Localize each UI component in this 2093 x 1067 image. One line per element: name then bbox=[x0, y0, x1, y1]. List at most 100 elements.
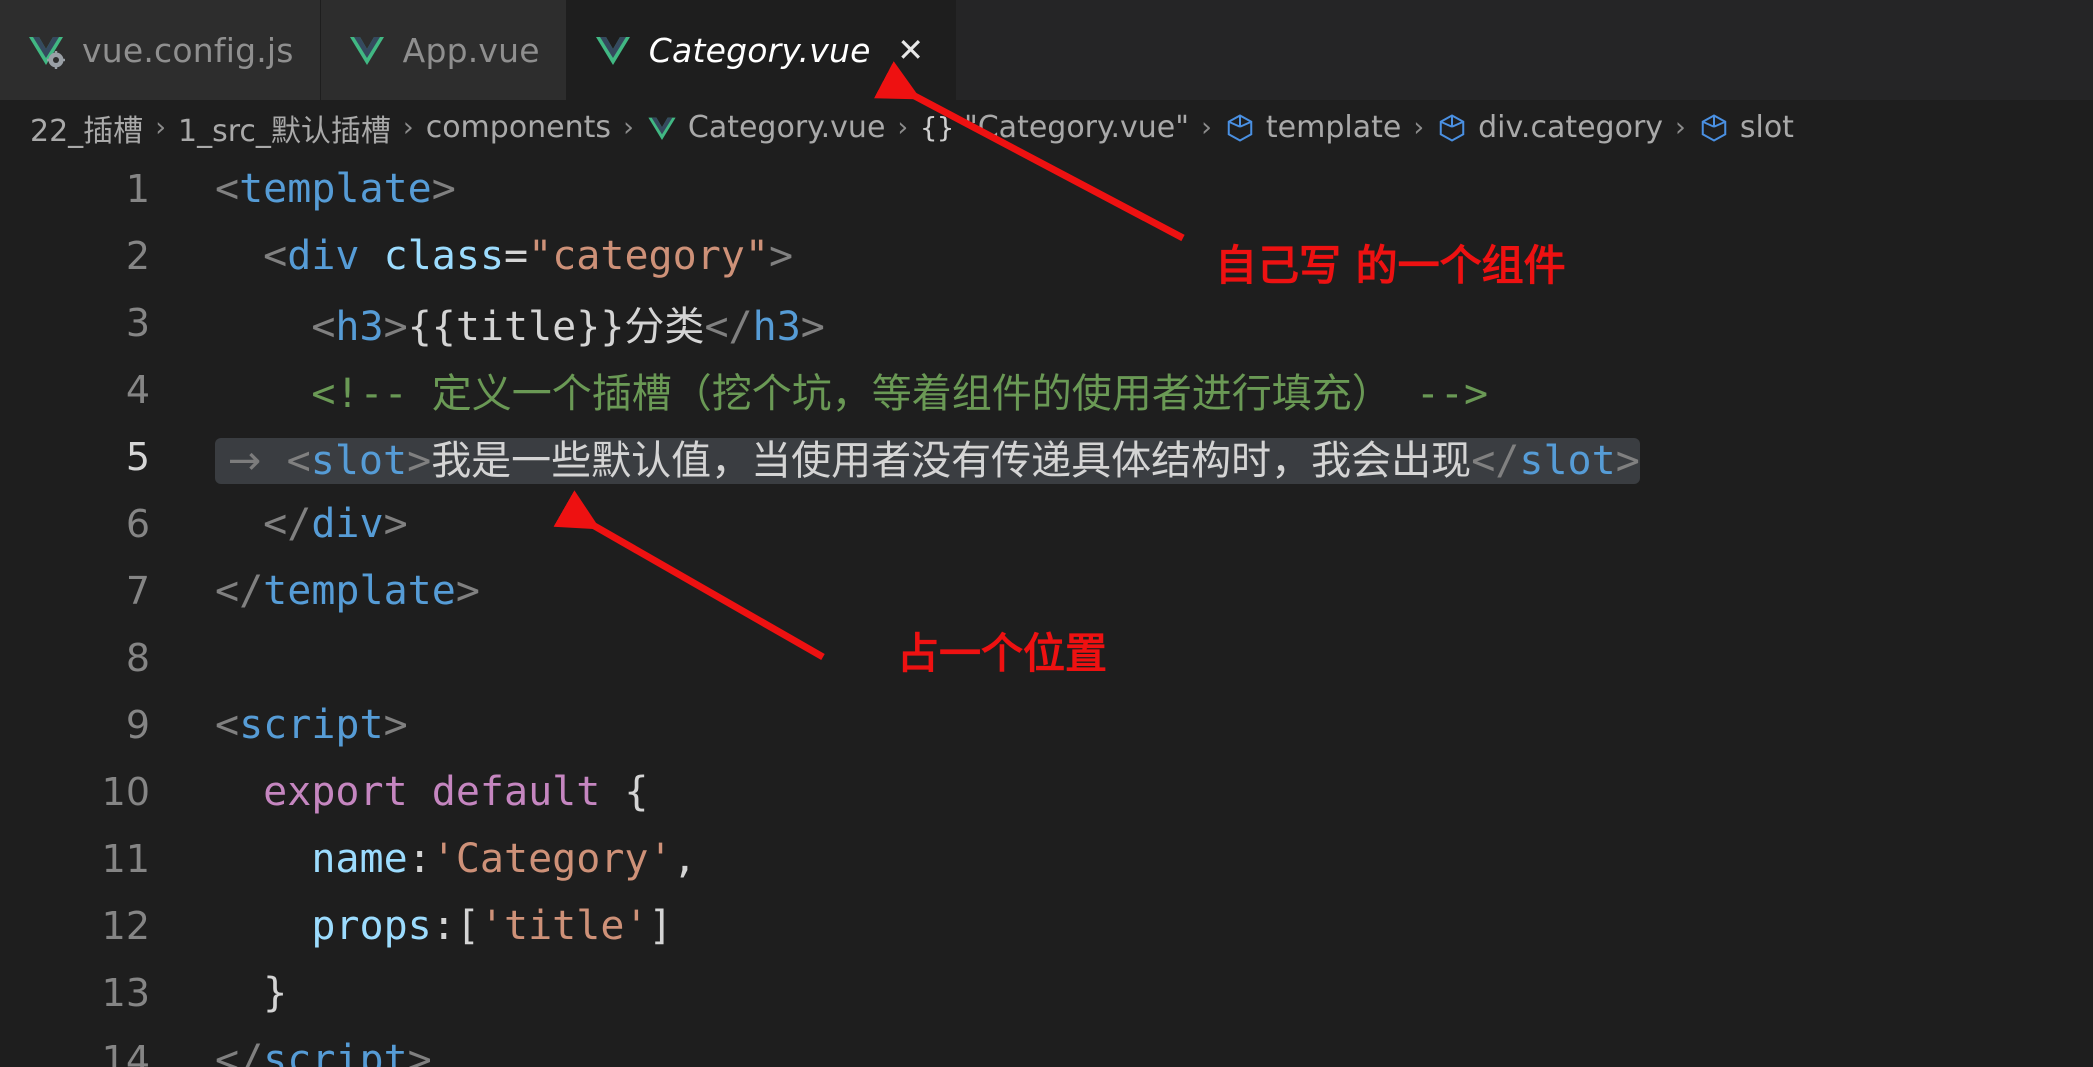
breadcrumb-label: 22_插槽 bbox=[30, 113, 144, 149]
tab-label: Category.vue bbox=[648, 30, 871, 70]
code-line[interactable]: 1 <template> bbox=[0, 155, 2093, 222]
vue-gear-icon bbox=[26, 30, 66, 70]
tab-category-vue[interactable]: Category.vue ✕ bbox=[566, 0, 956, 100]
line-highlight: <h3>{{title}}分类</h3> bbox=[215, 304, 825, 350]
breadcrumb-label: 1_src_默认插槽 bbox=[178, 113, 391, 149]
line-number: 11 bbox=[101, 836, 150, 881]
line-number: 5 bbox=[125, 434, 150, 479]
code-line[interactable]: 8 bbox=[0, 624, 2093, 691]
line-highlight: <!-- 定义一个插槽（挖个坑，等着组件的使用者进行填充） --> bbox=[215, 371, 1488, 417]
breadcrumb-item-symbol-template[interactable]: template bbox=[1224, 110, 1401, 145]
close-icon[interactable]: ✕ bbox=[893, 32, 929, 68]
line-number: 14 bbox=[101, 1037, 150, 1067]
code-line[interactable]: 6 </div> bbox=[0, 490, 2093, 557]
code-token-punct: > bbox=[383, 500, 408, 547]
breadcrumb-label: div.category bbox=[1478, 110, 1664, 145]
symbol-cube-icon bbox=[1698, 112, 1730, 144]
code-token-punct: < bbox=[286, 437, 311, 484]
breadcrumb-item-folder-components[interactable]: components bbox=[426, 110, 611, 145]
line-highlight: </div> bbox=[215, 501, 408, 547]
breadcrumb-separator: › bbox=[155, 112, 166, 143]
line-number: 13 bbox=[101, 970, 150, 1015]
code-line[interactable]: 11 name:'Category', bbox=[0, 825, 2093, 892]
code-token-punct: </ bbox=[215, 1036, 264, 1067]
line-content[interactable]: <div class="category"> bbox=[150, 233, 2093, 279]
code-editor[interactable]: 1 <template> 2 <div class="category"> 3 <h3… bbox=[0, 155, 2093, 1067]
line-highlight: </script> bbox=[215, 1037, 432, 1067]
symbol-cube-icon bbox=[1436, 112, 1468, 144]
line-highlight: name:'Category', bbox=[215, 835, 696, 882]
code-line[interactable]: 10 export default { bbox=[0, 758, 2093, 825]
tab-app-vue[interactable]: App.vue bbox=[320, 0, 567, 100]
code-token-punct: </ bbox=[215, 567, 264, 614]
breadcrumb-label: slot bbox=[1739, 110, 1794, 145]
tab-bar-empty-space bbox=[955, 0, 2093, 100]
line-content[interactable]: <h3>{{title}}分类</h3> bbox=[150, 294, 2093, 352]
code-token-brace: { bbox=[600, 768, 649, 815]
line-content[interactable]: <!-- 定义一个插槽（挖个坑，等着组件的使用者进行填充） --> bbox=[150, 361, 2093, 419]
code-token-tag: template bbox=[239, 165, 432, 212]
line-content[interactable]: props:['title'] bbox=[150, 903, 2093, 949]
line-number: 4 bbox=[125, 367, 150, 412]
code-line[interactable]: 2 <div class="category"> bbox=[0, 222, 2093, 289]
json-braces-icon: {} bbox=[920, 111, 954, 144]
indent-guide-arrow-icon: → bbox=[215, 437, 287, 484]
line-highlight: <template> bbox=[215, 166, 456, 212]
tab-label: vue.config.js bbox=[82, 30, 294, 70]
code-token-tag: slot bbox=[1519, 437, 1616, 484]
code-token-punct: > bbox=[431, 165, 456, 212]
breadcrumb-separator: › bbox=[1201, 112, 1212, 143]
breadcrumb-label: template bbox=[1265, 110, 1402, 145]
code-token-str: 'Category' bbox=[431, 835, 673, 882]
line-content[interactable]: </script> bbox=[150, 1037, 2093, 1067]
line-content[interactable]: → <slot>我是一些默认值，当使用者没有传递具体结构时，我会出现</slot… bbox=[150, 428, 2093, 486]
line-content[interactable]: <template> bbox=[150, 166, 2093, 212]
breadcrumb-item-file-category-vue[interactable]: Category.vue bbox=[646, 110, 885, 145]
breadcrumb-item-symbol-category-vue[interactable]: {} "Category.vue" bbox=[920, 110, 1189, 145]
breadcrumb-item-folder-src[interactable]: 1_src_默认插槽 bbox=[178, 106, 391, 150]
code-token-punct: < bbox=[215, 165, 240, 212]
line-number: 10 bbox=[101, 769, 150, 814]
breadcrumb-item-symbol-div-category[interactable]: div.category bbox=[1436, 110, 1663, 145]
code-line[interactable]: 13 } bbox=[0, 959, 2093, 1026]
vue-icon bbox=[646, 112, 678, 144]
breadcrumb: 22_插槽 › 1_src_默认插槽 › components › Catego… bbox=[0, 100, 2093, 155]
code-token-punct: > bbox=[407, 437, 432, 484]
line-number: 12 bbox=[101, 903, 150, 948]
breadcrumb-item-folder-22[interactable]: 22_插槽 bbox=[30, 106, 143, 150]
code-token-punct: > bbox=[768, 232, 794, 279]
code-line[interactable]: 12 props:['title'] bbox=[0, 892, 2093, 959]
line-number: 2 bbox=[125, 233, 150, 278]
line-highlight: export default { bbox=[215, 768, 649, 815]
code-token-punct: </ bbox=[1471, 437, 1520, 484]
code-token-interp: {{title}}分类 bbox=[407, 303, 705, 350]
code-line[interactable]: 5 → <slot>我是一些默认值，当使用者没有传递具体结构时，我会出现</sl… bbox=[0, 423, 2093, 490]
line-content[interactable]: <script> bbox=[150, 702, 2093, 748]
symbol-cube-icon bbox=[1224, 112, 1256, 144]
line-content[interactable]: name:'Category', bbox=[150, 836, 2093, 882]
code-token-attr: class bbox=[383, 232, 505, 279]
code-line[interactable]: 4 <!-- 定义一个插槽（挖个坑，等着组件的使用者进行填充） --> bbox=[0, 356, 2093, 423]
code-token-prop: props bbox=[311, 902, 432, 949]
line-highlight: </template> bbox=[215, 568, 480, 614]
line-content[interactable]: </template> bbox=[150, 568, 2093, 614]
code-line[interactable]: 14 </script> bbox=[0, 1026, 2093, 1067]
code-line[interactable]: 7 </template> bbox=[0, 557, 2093, 624]
line-content[interactable]: export default { bbox=[150, 769, 2093, 815]
line-highlight: props:['title'] bbox=[215, 902, 672, 949]
line-content[interactable]: } bbox=[150, 970, 2093, 1016]
line-highlight: <div class="category"> bbox=[215, 233, 793, 279]
line-number: 6 bbox=[125, 501, 150, 546]
code-line[interactable]: 9 <script> bbox=[0, 691, 2093, 758]
breadcrumb-separator: › bbox=[897, 112, 909, 143]
tab-vue-config-js[interactable]: vue.config.js bbox=[0, 0, 321, 100]
code-line[interactable]: 3 <h3>{{title}}分类</h3> bbox=[0, 289, 2093, 356]
line-content[interactable]: </div> bbox=[150, 501, 2093, 547]
breadcrumb-item-symbol-slot[interactable]: slot bbox=[1698, 110, 1794, 145]
breadcrumb-label: components bbox=[425, 110, 612, 145]
